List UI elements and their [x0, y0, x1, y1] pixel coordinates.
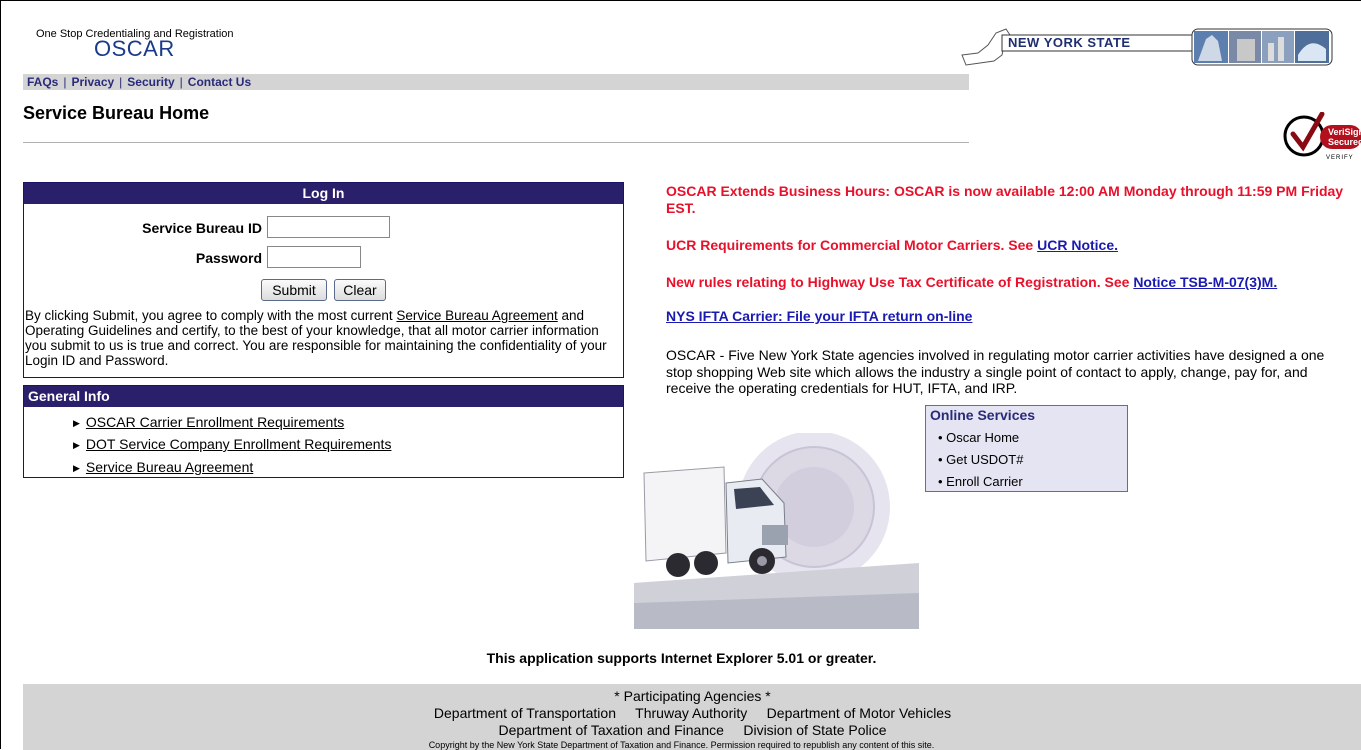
agreement-text: By clicking Submit, you agree to comply … — [25, 308, 623, 368]
list-item: ▶ OSCAR Carrier Enrollment Requirements — [73, 414, 344, 430]
ucr-notice-link[interactable]: UCR Notice. — [1037, 237, 1118, 253]
bullet-icon: • — [938, 474, 947, 489]
truck-image-icon — [634, 431, 919, 629]
list-item: ▶ DOT Service Company Enrollment Requirem… — [73, 436, 391, 452]
submit-button[interactable]: Submit — [261, 279, 327, 301]
triangle-bullet-icon: ▶ — [73, 418, 80, 428]
online-services-panel: Online Services • Oscar Home • Get USDOT… — [925, 405, 1128, 492]
nav-contact-us[interactable]: Contact Us — [188, 75, 251, 89]
list-item[interactable]: • Enroll Carrier — [938, 474, 1023, 489]
password-label: Password — [195, 250, 262, 266]
service-bureau-agreement-link[interactable]: Service Bureau Agreement — [396, 308, 557, 323]
hut-notice-text: New rules relating to Highway Use Tax Ce… — [666, 274, 1134, 290]
nys-banner[interactable]: NEW YORK STATE — [958, 25, 1343, 67]
get-usdot-link[interactable]: Get USDOT# — [946, 452, 1023, 467]
nav-privacy[interactable]: Privacy — [71, 75, 114, 89]
page-title: Service Bureau Home — [23, 103, 210, 123]
general-info-heading: General Info — [24, 386, 623, 407]
dot-service-enrollment-link[interactable]: DOT Service Company Enrollment Requireme… — [86, 436, 392, 452]
list-item[interactable]: • Get USDOT# — [938, 452, 1023, 467]
password-input[interactable] — [267, 246, 361, 268]
verisign-line2: Secured — [1328, 137, 1361, 147]
hours-notice: OSCAR Extends Business Hours: OSCAR is n… — [666, 183, 1344, 216]
nav-security[interactable]: Security — [127, 75, 174, 89]
enroll-carrier-link[interactable]: Enroll Carrier — [946, 474, 1023, 489]
triangle-bullet-icon: ▶ — [73, 463, 80, 473]
nys-banner-text: NEW YORK STATE — [1008, 35, 1131, 50]
ifta-return-link[interactable]: NYS IFTA Carrier: File your IFTA return … — [666, 308, 972, 324]
triangle-bullet-icon: ▶ — [73, 440, 80, 450]
agencies-line2: Department of Taxation and Finance Divis… — [498, 722, 887, 738]
truck-seal-image — [634, 431, 919, 629]
title-divider — [23, 142, 969, 143]
bullet-icon: • — [938, 452, 947, 467]
service-bureau-id-input[interactable] — [267, 216, 390, 238]
clear-button[interactable]: Clear — [334, 279, 386, 301]
bullet-icon: • — [938, 430, 947, 445]
login-heading: Log In — [24, 183, 623, 204]
nav-faqs[interactable]: FAQs — [23, 75, 58, 89]
top-nav: FAQs | Privacy | Security | Contact Us — [23, 74, 969, 90]
list-item[interactable]: • Oscar Home — [938, 430, 1019, 445]
ucr-notice-text: UCR Requirements for Commercial Motor Ca… — [666, 237, 1038, 253]
ucr-notice: UCR Requirements for Commercial Motor Ca… — [666, 237, 1346, 254]
general-info-panel: General Info ▶ OSCAR Carrier Enrollment R… — [23, 385, 624, 478]
list-item: ▶ Service Bureau Agreement — [73, 459, 253, 475]
browser-support-note: This application supports Internet Explo… — [486, 650, 877, 666]
oscar-description: OSCAR - Five New York State agencies inv… — [666, 347, 1325, 396]
agencies-line1: Department of Transportation Thruway Aut… — [433, 705, 952, 721]
verisign-line1: VeriSign — [1328, 127, 1361, 137]
hut-notice-link[interactable]: Notice TSB-M-07(3)M. — [1133, 274, 1277, 290]
agreement-text-before: By clicking Submit, you agree to comply … — [25, 308, 397, 323]
carrier-enrollment-link[interactable]: OSCAR Carrier Enrollment Requirements — [86, 414, 344, 430]
service-bureau-id-label: Service Bureau ID — [142, 220, 262, 236]
hut-notice: New rules relating to Highway Use Tax Ce… — [666, 274, 1346, 291]
online-services-title: Online Services — [930, 407, 1036, 423]
verisign-verify: VERIFY — [1326, 155, 1354, 161]
verisign-seal[interactable]: VeriSign Secured VERIFY — [1282, 111, 1361, 168]
service-bureau-agreement-item-link[interactable]: Service Bureau Agreement — [86, 459, 253, 475]
login-panel: Log In Service Bureau ID Password Submit… — [23, 182, 624, 378]
oscar-logo[interactable]: OSCAR — [94, 36, 175, 62]
agencies-title: * Participating Agencies * — [614, 688, 771, 704]
oscar-home-link[interactable]: Oscar Home — [946, 430, 1019, 445]
